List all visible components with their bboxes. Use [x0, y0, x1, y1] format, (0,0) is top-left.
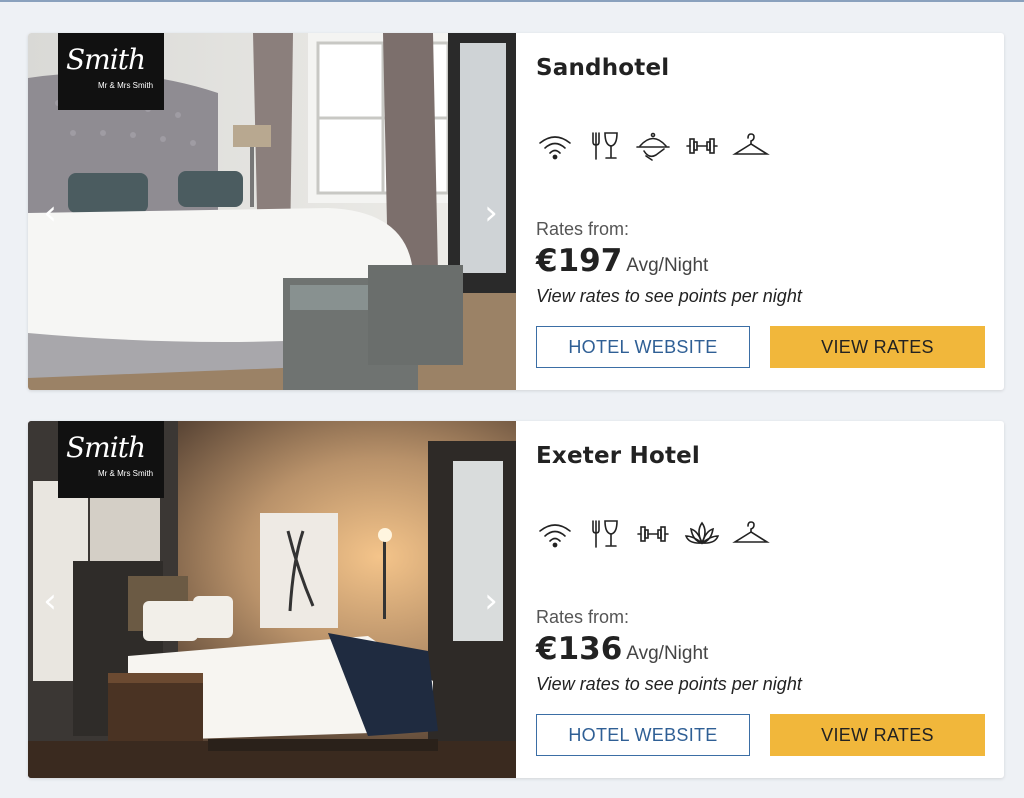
brand-tagline: Mr & Mrs Smith — [98, 81, 154, 90]
hotel-card-sandhotel: Smith Mr & Mrs Smith ‹ › Sandhotel Rates… — [28, 33, 1004, 390]
hotel-photo-carousel: Smith Mr & Mrs Smith ‹ › — [28, 33, 516, 390]
chevron-right-icon[interactable]: › — [476, 196, 506, 230]
chevron-left-icon[interactable]: ‹ — [35, 196, 65, 230]
amenity-list — [536, 517, 770, 551]
view-rates-button[interactable]: VIEW RATES — [770, 326, 985, 368]
room-service-icon — [634, 129, 672, 163]
chevron-right-icon[interactable]: › — [476, 584, 506, 618]
brand-script: Smith — [66, 431, 146, 464]
brand-script: Smith — [66, 43, 146, 76]
wifi-icon — [536, 517, 574, 551]
price: €136 — [536, 631, 623, 667]
mr-mrs-smith-logo: Smith Mr & Mrs Smith — [58, 421, 164, 498]
view-rates-button[interactable]: VIEW RATES — [770, 714, 985, 756]
hotel-website-button[interactable]: HOTEL WEBSITE — [536, 714, 750, 756]
wifi-icon — [536, 129, 574, 163]
spa-lotus-icon — [683, 517, 721, 551]
hotel-info: Sandhotel Rates from: €197 Avg/Night Vie… — [536, 33, 1004, 390]
gym-icon — [683, 129, 721, 163]
hanger-icon — [732, 517, 770, 551]
rates-label: Rates from: — [536, 607, 630, 627]
hotel-photo-carousel: Smith Mr & Mrs Smith ‹ › — [28, 421, 516, 778]
price-row: €136 Avg/Night — [536, 631, 708, 667]
mr-mrs-smith-logo: Smith Mr & Mrs Smith — [58, 33, 164, 110]
points-note: View rates to see points per night — [536, 674, 802, 694]
points-note: View rates to see points per night — [536, 286, 802, 306]
restaurant-bar-icon — [585, 129, 623, 163]
hotel-info: Exeter Hotel Rates from: €136 Avg/Night … — [536, 421, 1004, 778]
price: €197 — [536, 243, 623, 279]
hotel-name: Exeter Hotel — [536, 443, 701, 469]
rates-label: Rates from: — [536, 219, 630, 239]
price-unit: Avg/Night — [626, 643, 709, 664]
brand-tagline: Mr & Mrs Smith — [98, 469, 154, 478]
hotel-name: Sandhotel — [536, 55, 670, 81]
top-divider — [0, 0, 1024, 2]
price-row: €197 Avg/Night — [536, 243, 708, 279]
restaurant-bar-icon — [585, 517, 623, 551]
price-unit: Avg/Night — [626, 255, 709, 276]
amenity-list — [536, 129, 770, 163]
gym-icon — [634, 517, 672, 551]
chevron-left-icon[interactable]: ‹ — [35, 584, 65, 618]
hotel-card-exeter: Smith Mr & Mrs Smith ‹ › Exeter Hotel Ra… — [28, 421, 1004, 778]
hanger-icon — [732, 129, 770, 163]
hotel-website-button[interactable]: HOTEL WEBSITE — [536, 326, 750, 368]
